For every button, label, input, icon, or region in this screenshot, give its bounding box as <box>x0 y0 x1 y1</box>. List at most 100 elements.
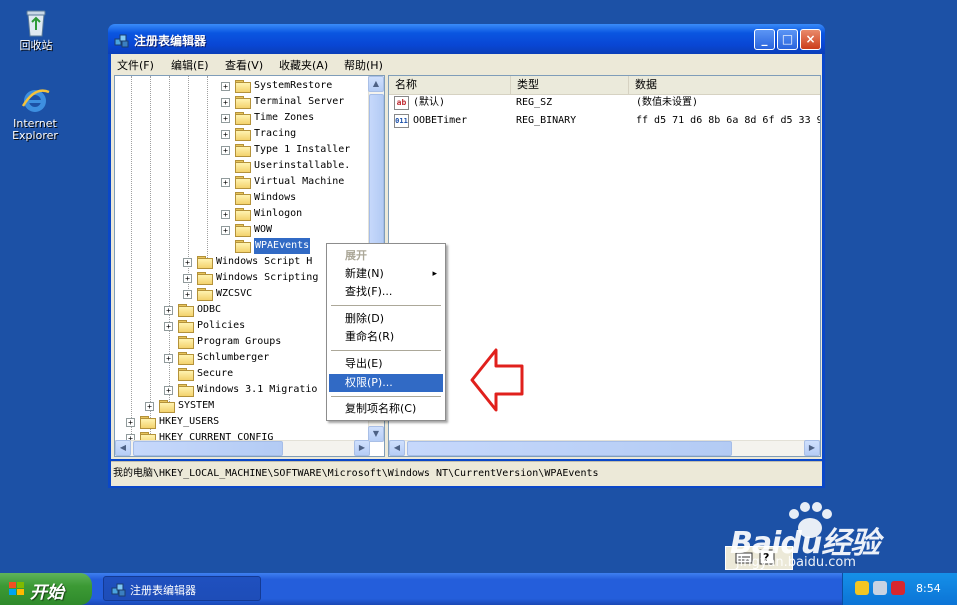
expand-toggle-icon[interactable]: + <box>183 258 192 267</box>
menu-file[interactable]: 文件(F) <box>117 57 154 73</box>
column-header-name[interactable]: 名称 <box>389 76 511 94</box>
folder-icon <box>178 352 194 365</box>
expand-toggle-icon[interactable]: + <box>164 306 173 315</box>
value-name: (默认) <box>413 97 446 108</box>
menu-item-label: 新建(N) <box>345 267 384 280</box>
expand-toggle-icon[interactable]: + <box>221 226 230 235</box>
menu-item-expand[interactable]: 展开 <box>329 247 443 265</box>
expand-toggle-icon[interactable]: + <box>126 418 135 427</box>
value-data: (数值未设置) <box>636 97 699 108</box>
tree-item[interactable]: + Tracing <box>115 126 370 142</box>
tree-item[interactable]: + Terminal Server <box>115 94 370 110</box>
maximize-button[interactable]: □ <box>777 29 798 50</box>
folder-icon <box>178 384 194 397</box>
binary-value-icon: 011 <box>394 114 409 128</box>
menu-item-export[interactable]: 导出(E) <box>329 355 443 373</box>
expand-toggle-icon[interactable]: + <box>164 386 173 395</box>
values-list[interactable]: 名称 类型 数据 ab (默认) REG_SZ (数值未设置) 011 OOBE… <box>388 75 821 457</box>
close-button[interactable]: × <box>800 29 821 50</box>
menu-item-find[interactable]: 查找(F)... <box>329 283 443 301</box>
network-icon[interactable] <box>873 581 887 595</box>
tree-horizontal-scrollbar[interactable]: ◀ ▶ <box>115 440 370 456</box>
tree-item[interactable]: + Virtual Machine <box>115 174 370 190</box>
tree-item-label: Terminal Server <box>254 96 345 107</box>
expand-toggle-icon[interactable]: + <box>221 210 230 219</box>
client-area: + SystemRestore + Terminal Server + Time Zone… <box>111 73 822 459</box>
value-type: REG_SZ <box>516 97 553 108</box>
folder-icon <box>235 96 251 109</box>
menu-item-permissions[interactable]: 权限(P)... <box>329 374 443 392</box>
column-header-type[interactable]: 类型 <box>511 76 629 94</box>
security-shield-icon[interactable] <box>855 581 869 595</box>
windows-logo-icon <box>9 582 24 595</box>
tree-item[interactable]: + Type 1 Installer <box>115 142 370 158</box>
folder-icon <box>235 128 251 141</box>
tree-item-label: Windows Scripting <box>216 272 319 283</box>
taskbar: 开始 注册表编辑器 8:54 <box>0 573 957 605</box>
scroll-left-button[interactable]: ◀ <box>115 440 131 456</box>
expand-toggle-icon[interactable]: + <box>183 274 192 283</box>
menu-view[interactable]: 查看(V) <box>225 57 263 73</box>
menu-help[interactable]: 帮助(H) <box>344 57 383 73</box>
column-header-data[interactable]: 数据 <box>629 76 820 94</box>
expand-toggle-icon[interactable]: + <box>221 178 230 187</box>
expand-toggle-icon[interactable]: + <box>164 354 173 363</box>
scroll-right-button[interactable]: ▶ <box>354 440 370 456</box>
menu-item-rename[interactable]: 重命名(R) <box>329 328 443 346</box>
tree-item-label: Policies <box>197 320 246 331</box>
desktop-icon-internet-explorer[interactable]: Internet Explorer <box>6 84 64 142</box>
folder-icon <box>235 144 251 157</box>
expand-toggle-icon[interactable]: + <box>183 290 192 299</box>
expand-toggle-icon[interactable]: + <box>221 98 230 107</box>
tree-item-label: WZCSVC <box>216 288 253 299</box>
menu-item-delete[interactable]: 删除(D) <box>329 310 443 328</box>
folder-icon <box>235 80 251 93</box>
start-label: 开始 <box>30 583 64 603</box>
menu-item-new[interactable]: 新建(N) ▸ <box>329 265 443 283</box>
clock: 8:54 <box>916 582 941 595</box>
list-horizontal-scrollbar[interactable]: ◀ ▶ <box>389 440 820 456</box>
expand-toggle-icon[interactable]: + <box>221 146 230 155</box>
menu-favorites[interactable]: 收藏夹(A) <box>279 57 328 73</box>
context-menu: 展开 新建(N) ▸ 查找(F)... 删除(D) 重命名(R) 导出(E) 权… <box>326 243 446 421</box>
desktop-icon-recycle-bin[interactable]: 回收站 <box>6 6 66 52</box>
internet-explorer-icon <box>19 84 51 116</box>
tree-item[interactable]: + Winlogon <box>115 206 370 222</box>
list-item[interactable]: ab (默认) REG_SZ (数值未设置) <box>389 94 820 112</box>
security-alert-icon[interactable] <box>891 581 905 595</box>
expand-toggle-icon[interactable]: + <box>221 130 230 139</box>
list-item[interactable]: 011 OOBETimer REG_BINARY ff d5 71 d6 8b … <box>389 112 820 130</box>
registry-editor-icon <box>111 583 126 597</box>
scroll-thumb[interactable] <box>407 441 732 456</box>
tree-item-label: Winlogon <box>254 208 303 219</box>
scroll-left-button[interactable]: ◀ <box>389 440 405 456</box>
scroll-right-button[interactable]: ▶ <box>804 440 820 456</box>
tree-item[interactable]: Windows <box>115 190 370 206</box>
scroll-up-button[interactable]: ▲ <box>368 76 384 92</box>
tree-item[interactable]: + Time Zones <box>115 110 370 126</box>
expand-toggle-icon[interactable]: + <box>221 114 230 123</box>
expand-toggle-icon[interactable]: + <box>164 322 173 331</box>
menu-edit[interactable]: 编辑(E) <box>171 57 209 73</box>
scroll-down-button[interactable]: ▼ <box>368 426 384 442</box>
expand-toggle-icon[interactable]: + <box>221 82 230 91</box>
expand-toggle-icon[interactable]: + <box>145 402 154 411</box>
folder-icon <box>178 368 194 381</box>
tree-item-label: Windows <box>254 192 297 203</box>
folder-icon <box>235 208 251 221</box>
tree-item[interactable]: + SystemRestore <box>115 78 370 94</box>
registry-editor-icon <box>114 32 130 48</box>
scroll-thumb[interactable] <box>133 441 283 456</box>
registry-editor-window: 注册表编辑器 _ □ × 文件(F) 编辑(E) 查看(V) 收藏夹(A) 帮助… <box>108 24 825 488</box>
status-path: 我的电脑\HKEY_LOCAL_MACHINE\SOFTWARE\Microso… <box>113 468 599 479</box>
minimize-button[interactable]: _ <box>754 29 775 50</box>
start-button[interactable]: 开始 <box>0 573 92 605</box>
window-title: 注册表编辑器 <box>134 34 207 48</box>
tree-item[interactable]: Userinstallable. <box>115 158 370 174</box>
taskbar-button-registry-editor[interactable]: 注册表编辑器 <box>103 576 261 601</box>
taskbar-button-label: 注册表编辑器 <box>130 584 196 597</box>
menu-item-copy-key-name[interactable]: 复制项名称(C) <box>329 400 443 418</box>
title-bar[interactable]: 注册表编辑器 _ □ × <box>108 24 825 54</box>
folder-icon <box>140 416 156 429</box>
tree-item[interactable]: + WOW <box>115 222 370 238</box>
